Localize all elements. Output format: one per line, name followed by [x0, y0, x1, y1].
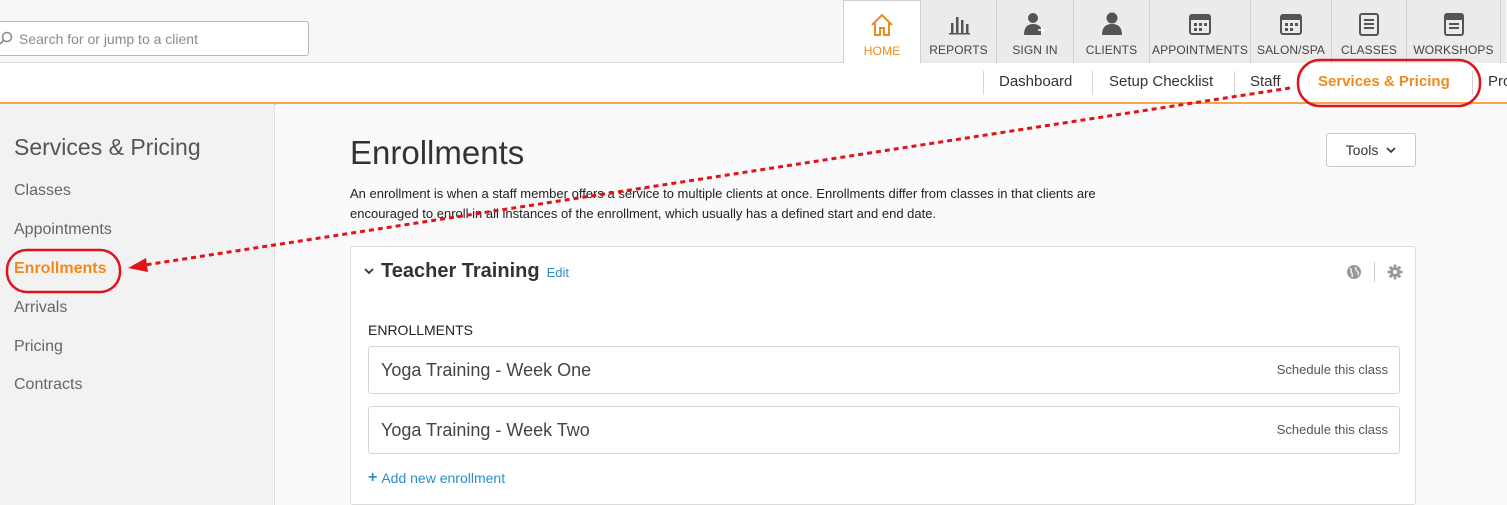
sub-nav: Dashboard Setup Checklist Staff Services… [0, 63, 1507, 105]
tab-clients[interactable]: CLIENTS [1073, 0, 1149, 63]
tab-label: SIGN IN [1012, 43, 1058, 57]
tab-label: CLASSES [1340, 43, 1398, 57]
calendar-icon [1280, 14, 1302, 35]
tab-reports[interactable]: REPORTS [920, 0, 996, 63]
sidebar-item-contracts[interactable]: Contracts [14, 376, 82, 394]
add-new-enrollment-link[interactable]: + Add new enrollment [368, 469, 505, 487]
calendar-icon [1443, 13, 1464, 36]
subnav-setup-checklist[interactable]: Setup Checklist [1109, 63, 1213, 102]
bar-chart-icon [948, 17, 970, 35]
user-icon [1101, 12, 1122, 35]
tab-label: WORKSHOPS [1413, 43, 1494, 57]
search-icon [0, 31, 13, 45]
page-title: Enrollments [350, 134, 525, 171]
tab-salon-spa[interactable]: SALON/SPA [1250, 0, 1331, 63]
add-enrollment-label: Add new enrollment [381, 470, 506, 486]
user-sign-in-icon [1024, 13, 1046, 35]
schedule-class-link[interactable]: Schedule this class [1277, 422, 1388, 437]
sidebar-title: Services & Pricing [14, 134, 201, 160]
subnav-services-pricing[interactable]: Services & Pricing [1318, 63, 1450, 102]
main-content: Enrollments Tools An enrollment is when … [276, 104, 1507, 505]
calendar-icon [1189, 14, 1211, 35]
enrollment-group-panel: Teacher Training Edit ENROLLMENTS Yoga T… [350, 246, 1416, 505]
schedule-class-link[interactable]: Schedule this class [1277, 362, 1388, 377]
sidebar: Services & Pricing Classes Appointments … [0, 104, 275, 505]
plus-icon: + [368, 469, 378, 486]
panel-title: Teacher Training [381, 259, 540, 282]
sidebar-item-appointments[interactable]: Appointments [14, 221, 112, 239]
page: HOME REPORTS SIGN IN [0, 0, 1507, 505]
edit-link[interactable]: Edit [547, 265, 569, 280]
chevron-down-icon [1386, 146, 1396, 153]
tab-label: CLIENTS [1085, 43, 1138, 57]
home-icon [871, 13, 893, 36]
subnav-dashboard[interactable]: Dashboard [999, 63, 1072, 102]
main-nav: HOME REPORTS SIGN IN CLIENTS APPOINTMENT… [843, 0, 1506, 64]
tab-label: APPOINTMENTS [1152, 43, 1248, 57]
subnav-pro[interactable]: Pro [1488, 63, 1507, 102]
gear-icon[interactable] [1387, 264, 1403, 280]
sidebar-item-arrivals[interactable]: Arrivals [14, 299, 67, 317]
enrollments-section-label: ENROLLMENTS [368, 322, 474, 338]
enrollment-name: Yoga Training - Week Two [381, 420, 590, 440]
subnav-divider [1092, 71, 1093, 95]
tab-sign-in[interactable]: SIGN IN [996, 0, 1073, 63]
tab-appointments[interactable]: APPOINTMENTS [1149, 0, 1250, 63]
tools-label: Tools [1345, 142, 1379, 158]
sidebar-item-enrollments[interactable]: Enrollments [14, 260, 106, 278]
tab-label: REPORTS [929, 43, 988, 57]
subnav-staff[interactable]: Staff [1250, 63, 1281, 102]
panel-header: Teacher Training Edit [363, 259, 569, 283]
client-search-box[interactable] [0, 21, 309, 56]
globe-icon[interactable] [1346, 264, 1362, 280]
top-bar: HOME REPORTS SIGN IN [0, 0, 1507, 64]
tab-home[interactable]: HOME [843, 0, 920, 64]
list-icon [1359, 13, 1379, 36]
tab-workshops[interactable]: WORKSHOPS [1406, 0, 1500, 63]
tab-label: HOME [863, 44, 901, 58]
subnav-divider [1234, 71, 1235, 95]
tools-dropdown-button[interactable]: Tools [1326, 133, 1416, 167]
subnav-divider [983, 71, 984, 95]
sidebar-item-classes[interactable]: Classes [14, 182, 71, 200]
tab-classes[interactable]: CLASSES [1331, 0, 1406, 63]
subnav-divider [1472, 71, 1473, 95]
icon-divider [1374, 262, 1375, 282]
page-description: An enrollment is when a staff member off… [350, 186, 1096, 221]
list-item[interactable]: Yoga Training - Week One Schedule this c… [368, 346, 1400, 394]
sidebar-item-pricing[interactable]: Pricing [14, 338, 63, 356]
collapse-chevron-icon[interactable] [363, 265, 375, 277]
tab-label: SALON/SPA [1256, 43, 1326, 57]
enrollment-name: Yoga Training - Week One [381, 360, 592, 380]
tab-overflow [1500, 0, 1506, 63]
panel-actions [1346, 262, 1403, 282]
list-item[interactable]: Yoga Training - Week Two Schedule this c… [368, 406, 1400, 454]
search-input[interactable] [19, 22, 304, 55]
